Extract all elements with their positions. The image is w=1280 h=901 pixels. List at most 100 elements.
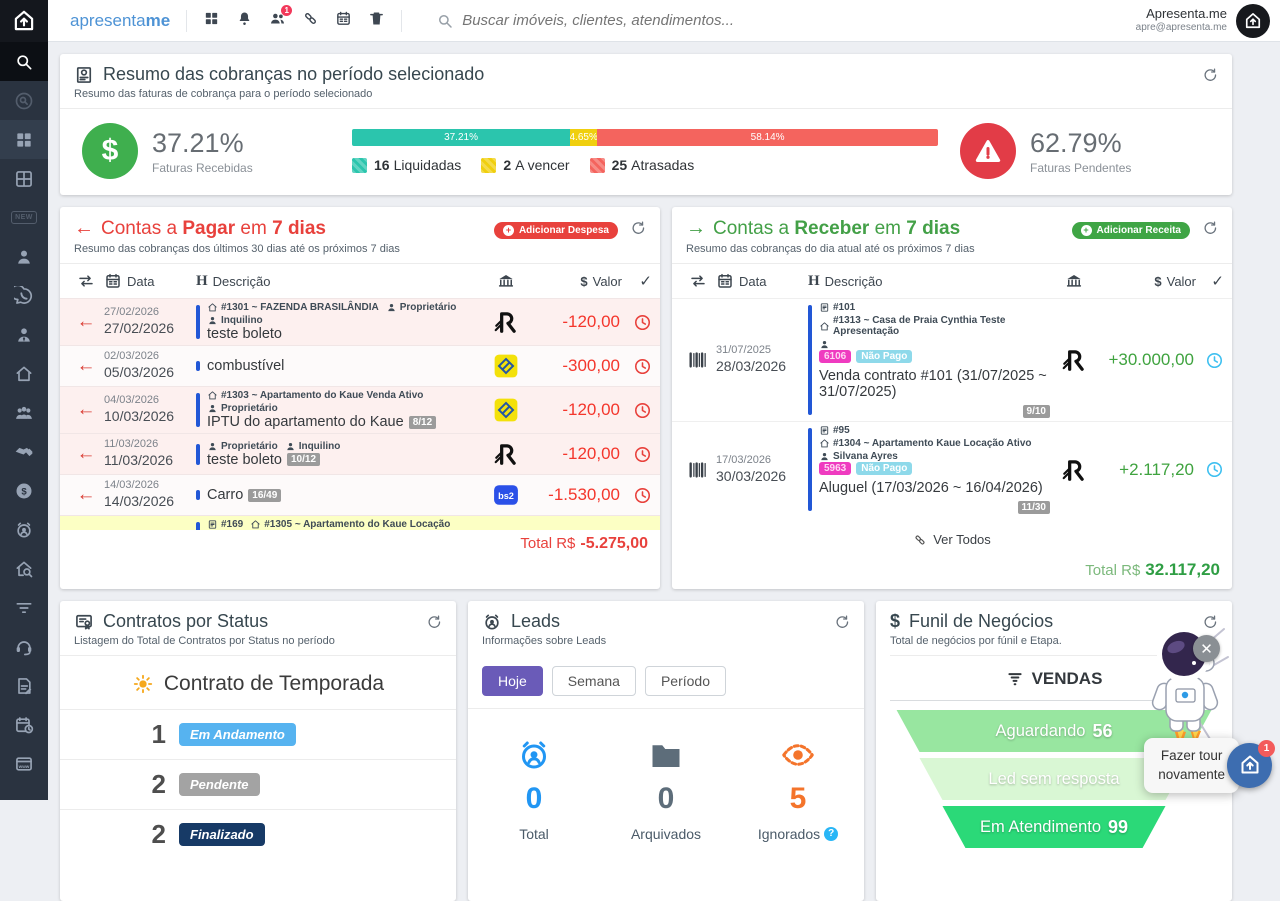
receivables-rows: 31/07/202528/03/2026#101#1313 ~ Casa de …	[672, 298, 1232, 517]
swap-icon[interactable]	[689, 272, 707, 290]
refresh-icon[interactable]	[1202, 614, 1218, 630]
home-icon	[14, 364, 34, 384]
search-input[interactable]	[462, 12, 802, 29]
sidebar-item-whatsapp[interactable]	[0, 276, 48, 315]
user-menu[interactable]: Apresenta.me apre@apresenta.me	[1136, 4, 1270, 38]
arrow-left-icon: ←	[74, 217, 94, 240]
check-icon[interactable]: ✓	[622, 272, 652, 290]
sidebar-item-support[interactable]	[0, 627, 48, 666]
sidebar-item-broker[interactable]	[0, 315, 48, 354]
avatar[interactable]	[1236, 4, 1270, 38]
clock-icon[interactable]	[622, 486, 652, 505]
clock-icon[interactable]	[1196, 351, 1224, 370]
sidebar-item-schedule[interactable]	[0, 705, 48, 744]
contract-status-row[interactable]: 2Finalizado	[60, 809, 456, 859]
tour-fab-button[interactable]: 1	[1227, 743, 1272, 788]
home-icon	[250, 519, 261, 530]
row-meta: #169#1305 ~ Apartamento do Kaue LocaçãoK…	[207, 519, 480, 530]
contract-status-row[interactable]: 1Em Andamento	[60, 709, 456, 759]
clock-icon[interactable]	[622, 313, 652, 332]
link-button[interactable]	[302, 10, 319, 32]
bell-button[interactable]	[236, 10, 253, 32]
receivable-row[interactable]: 31/07/202528/03/2026#101#1313 ~ Casa de …	[672, 298, 1232, 421]
clock-icon[interactable]	[622, 445, 652, 464]
row-type-icon: ←	[68, 399, 104, 421]
legend-item: 25 Atrasadas	[590, 157, 695, 173]
refresh-icon[interactable]	[1202, 67, 1218, 83]
eye-icon	[780, 737, 816, 773]
add-income-button[interactable]: +Adicionar Receita	[1072, 222, 1190, 239]
bank-logo	[486, 309, 526, 335]
sidebar-item-site[interactable]: www	[0, 744, 48, 783]
sidebar-item-handshake[interactable]	[0, 432, 48, 471]
bank-logo	[1056, 347, 1092, 373]
row-meta: ProprietárioInquilino	[207, 441, 480, 452]
payable-row[interactable]: ←11/03/202611/03/2026ProprietárioInquili…	[60, 433, 660, 474]
payable-row[interactable]: ←02/03/202605/03/2026combustível-300,00	[60, 345, 660, 386]
leads-stat-ignorados: 5Ignorados?	[743, 737, 853, 842]
clock-icon[interactable]	[622, 357, 652, 376]
calendar-button[interactable]	[335, 10, 352, 32]
receivable-row[interactable]: 17/03/202630/03/2026#95#1304 ~ Apartamen…	[672, 421, 1232, 517]
refresh-icon[interactable]	[834, 614, 850, 630]
sidebar-item-finance[interactable]: $	[0, 471, 48, 510]
dollar-circle-icon: $	[82, 123, 138, 179]
barcode-icon	[687, 349, 709, 371]
leads-tab-semana[interactable]: Semana	[552, 666, 636, 696]
refresh-icon[interactable]	[1202, 220, 1218, 236]
row-type-icon	[680, 459, 716, 481]
leads-tab-período[interactable]: Período	[645, 666, 726, 696]
link-icon	[302, 10, 319, 27]
stat-label: Total	[479, 826, 589, 842]
contract-status-badge: Finalizado	[179, 823, 265, 846]
leads-icon	[516, 737, 552, 773]
sidebar-item-person[interactable]	[0, 237, 48, 276]
payable-row[interactable]: ←04/03/202610/03/2026#1303 ~ Apartamento…	[60, 386, 660, 433]
users-button[interactable]: 1	[269, 10, 286, 32]
contract-status-row[interactable]: 2Pendente	[60, 759, 456, 809]
sidebar-item-dashboard[interactable]	[0, 120, 48, 159]
home-icon	[819, 438, 830, 449]
plus-icon: +	[1081, 225, 1092, 236]
help-icon[interactable]: ?	[824, 827, 838, 841]
property-search-icon	[14, 559, 34, 579]
clock-icon[interactable]	[1196, 460, 1224, 479]
legend-swatch	[481, 158, 496, 173]
sidebar-logo[interactable]	[0, 0, 48, 42]
sidebar-item-modules[interactable]	[0, 159, 48, 198]
payable-row[interactable]: $16/03/202616/03/2026#169#1305 ~ Apartam…	[60, 515, 660, 530]
sidebar-item-new-tag[interactable]: NEW	[0, 198, 48, 237]
leads-stats: 0Total0Arquivados5Ignorados?	[468, 708, 864, 842]
sidebar-item-home[interactable]	[0, 354, 48, 393]
refresh-icon[interactable]	[630, 220, 646, 236]
clock-icon[interactable]	[622, 401, 652, 420]
sidebar-item-search[interactable]	[0, 42, 48, 81]
check-icon[interactable]: ✓	[1196, 272, 1224, 290]
sidebar-item-search-circle[interactable]	[0, 81, 48, 120]
receivables-total: Total R$32.117,20	[672, 555, 1232, 589]
sidebar-item-leads[interactable]	[0, 510, 48, 549]
apps-button[interactable]	[203, 10, 220, 32]
notification-badge: 1	[281, 5, 292, 16]
leads-tab-hoje[interactable]: Hoje	[482, 666, 543, 696]
swap-icon[interactable]	[77, 272, 95, 290]
refresh-icon[interactable]	[426, 614, 442, 630]
add-expense-button[interactable]: +Adicionar Despesa	[494, 222, 618, 239]
brand[interactable]: apresentame	[64, 11, 170, 31]
trash-button[interactable]	[368, 10, 385, 32]
sidebar-item-funnel-lines[interactable]	[0, 588, 48, 627]
close-icon[interactable]: ✕	[1193, 635, 1220, 662]
row-dates: 04/03/202610/03/2026	[104, 394, 196, 425]
see-all-link[interactable]: Ver Todos	[672, 517, 1232, 555]
receivables-panel: →Contas a Receber em 7 dias Resumo das c…	[672, 207, 1232, 589]
payable-row[interactable]: ←27/02/202627/02/2026#1301 ~ FAZENDA BRA…	[60, 298, 660, 345]
contract-status-badge: Em Andamento	[179, 723, 296, 746]
home-icon	[819, 321, 830, 332]
payable-row[interactable]: ←14/03/202614/03/2026Carro16/49bs2-1.530…	[60, 474, 660, 515]
sidebar-item-property-search[interactable]	[0, 549, 48, 588]
sidebar-item-team[interactable]	[0, 393, 48, 432]
legend-swatch	[590, 158, 605, 173]
funnel-segment[interactable]: Em Atendimento99	[890, 806, 1218, 848]
sidebar-item-contract[interactable]	[0, 666, 48, 705]
bar-segment-atrasadas: 58.14%	[597, 129, 938, 146]
